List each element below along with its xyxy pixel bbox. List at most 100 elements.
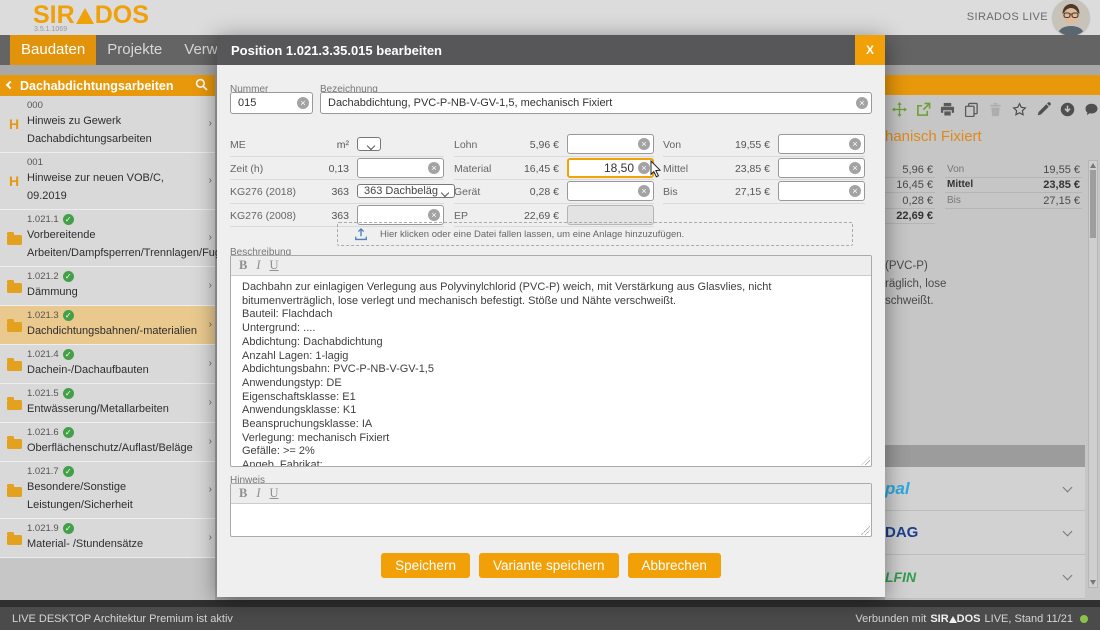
- folder-icon: [7, 279, 22, 293]
- license-status: LIVE DESKTOP Architektur Premium ist akt…: [12, 612, 233, 625]
- hinweis-editor[interactable]: B I U: [230, 483, 872, 537]
- attachment-dropzone[interactable]: Hier klicken oder eine Datei fallen lass…: [337, 222, 853, 246]
- check-icon: [62, 310, 74, 321]
- folder-icon: [7, 357, 22, 371]
- item-label: Vorbereitende Arbeiten/Dampfsperren/Tren…: [27, 229, 234, 259]
- sidebar-search-icon[interactable]: [195, 78, 208, 94]
- scroll-down-icon[interactable]: [1090, 580, 1096, 585]
- sirados-mini-logo: SIR DOS: [930, 612, 981, 625]
- avatar[interactable]: [1053, 0, 1089, 36]
- vendor-row-pal[interactable]: pal: [885, 467, 1085, 511]
- italic-button[interactable]: I: [256, 259, 260, 272]
- check-icon: [62, 271, 74, 282]
- underline-button[interactable]: U: [270, 259, 279, 272]
- variante-speichern-button[interactable]: Variante speichern: [478, 553, 619, 578]
- row-geraet: Gerät 0,28 €: [454, 180, 654, 204]
- scrollbar[interactable]: [1088, 160, 1098, 588]
- vendor-row-lfin[interactable]: LFIN: [885, 555, 1085, 599]
- online-status-icon: [1080, 614, 1088, 623]
- trash-icon[interactable]: [988, 102, 1003, 122]
- speichern-button[interactable]: Speichern: [381, 553, 470, 578]
- clear-icon[interactable]: [849, 138, 861, 150]
- von-value: 19,55 €: [1043, 163, 1080, 176]
- bis-label: Bis: [663, 186, 678, 198]
- item-code: 1.021.2: [27, 271, 59, 282]
- clear-icon[interactable]: [849, 161, 861, 174]
- vendor-row-dag[interactable]: DAG: [885, 511, 1085, 555]
- sidebar-item-1-021-4[interactable]: 1.021.4 Dachein-/Dachaufbauten: [0, 345, 215, 384]
- clear-icon[interactable]: [849, 185, 861, 197]
- check-icon: [62, 466, 74, 477]
- copy-icon[interactable]: [964, 102, 979, 122]
- chevron-right-icon: [209, 484, 212, 495]
- clear-icon[interactable]: [428, 208, 440, 221]
- sidebar-item-1-021-1[interactable]: 1.021.1 Vorbereitende Arbeiten/Dampfsper…: [0, 210, 233, 267]
- sidebar-item-1-021-3-selected[interactable]: 1.021.3 Dachdichtungsbahnen/-materialien: [0, 306, 215, 345]
- hinweis-text[interactable]: [231, 504, 871, 536]
- clear-icon[interactable]: [297, 97, 309, 109]
- italic-button[interactable]: I: [256, 487, 260, 500]
- comment-icon[interactable]: [1084, 102, 1099, 122]
- item-code: 1.021.7: [27, 466, 59, 477]
- item-code: 1.021.4: [27, 349, 59, 360]
- sidebar-item-1-021-6[interactable]: 1.021.6 Oberflächenschutz/Auflast/Beläge: [0, 423, 215, 462]
- clear-icon[interactable]: [638, 138, 650, 150]
- item-label: Dachein-/Dachaufbauten: [27, 364, 149, 376]
- position-title-fragment: hanisch Fixiert: [885, 128, 982, 145]
- row-von: Von 19,55 €: [663, 133, 865, 157]
- clear-icon[interactable]: [428, 161, 440, 174]
- check-icon: [62, 349, 74, 360]
- sidebar-item-001[interactable]: H 001 Hinweise zur neuen VOB/C, 09.2019: [0, 153, 215, 210]
- price-lohn: 5,96 €: [885, 162, 935, 178]
- folder-icon: [7, 396, 22, 410]
- clear-icon[interactable]: [638, 185, 650, 197]
- sidebar-item-1-021-9[interactable]: 1.021.9 Material- /Stundensätze: [0, 519, 215, 558]
- item-label: Oberflächenschutz/Auflast/Beläge: [27, 442, 193, 454]
- app-version: 3.5.1.1069: [34, 26, 68, 33]
- beschreibung-text[interactable]: Dachbahn zur einlagigen Verlegung aus Po…: [231, 276, 871, 466]
- download-icon[interactable]: [1060, 102, 1075, 122]
- clear-icon[interactable]: [856, 97, 868, 109]
- editor-toolbar: B I U: [231, 484, 871, 504]
- detail-panel-header: [885, 75, 1100, 95]
- material-label: Material: [454, 162, 492, 175]
- abbrechen-button[interactable]: Abbrechen: [627, 553, 721, 578]
- sidebar-item-1-021-2[interactable]: 1.021.2 Dämmung: [0, 267, 215, 306]
- back-chevron-icon[interactable]: [5, 80, 15, 90]
- pencil-icon[interactable]: [1036, 102, 1051, 122]
- kg2018-select[interactable]: 363 Dachbeläg: [357, 184, 456, 198]
- modal-header: Position 1.021.3.35.015 bearbeiten X: [217, 35, 885, 65]
- tab-projekte[interactable]: Projekte: [96, 35, 173, 65]
- lohn-value: 5,96 €: [529, 139, 559, 151]
- external-link-icon[interactable]: [916, 102, 931, 122]
- connection-suffix: LIVE, Stand 11/21: [984, 612, 1073, 625]
- row-zeit: Zeit (h) 0,13: [230, 157, 444, 180]
- resize-handle[interactable]: [861, 526, 870, 535]
- tab-baudaten[interactable]: Baudaten: [10, 35, 97, 65]
- hint-icon: H: [8, 115, 20, 132]
- status-bar: LIVE DESKTOP Architektur Premium ist akt…: [0, 607, 1100, 630]
- bezeichnung-input[interactable]: [320, 92, 872, 114]
- bold-button[interactable]: B: [239, 487, 247, 500]
- star-icon[interactable]: [1012, 102, 1027, 122]
- kg2008-value: 363: [331, 209, 349, 222]
- sidebar-item-1-021-5[interactable]: 1.021.5 Entwässerung/Metallarbeiten: [0, 384, 215, 423]
- bold-button[interactable]: B: [239, 259, 247, 272]
- print-icon[interactable]: [940, 102, 955, 122]
- beschreibung-editor[interactable]: B I U Dachbahn zur einlagigen Verlegung …: [230, 255, 872, 467]
- sidebar-item-1-021-7[interactable]: 1.021.7 Besondere/Sonstige Leistungen/Si…: [0, 462, 215, 519]
- item-code: 001: [27, 157, 43, 168]
- von-label: Von: [663, 139, 682, 151]
- clear-icon[interactable]: [638, 161, 650, 174]
- resize-handle[interactable]: [861, 456, 870, 465]
- scroll-thumb[interactable]: [1090, 170, 1096, 238]
- item-label: Dämmung: [27, 286, 78, 298]
- sidebar-item-000[interactable]: H 000 Hinweis zu Gewerk Dachabdichtungsa…: [0, 96, 215, 153]
- bis-value: 27,15 €: [1043, 194, 1080, 207]
- move-icon[interactable]: [892, 102, 907, 122]
- scroll-up-icon[interactable]: [1090, 163, 1096, 168]
- me-select[interactable]: [357, 137, 381, 151]
- close-button[interactable]: X: [855, 35, 885, 65]
- underline-button[interactable]: U: [270, 487, 279, 500]
- zeit-label: Zeit (h): [230, 162, 264, 175]
